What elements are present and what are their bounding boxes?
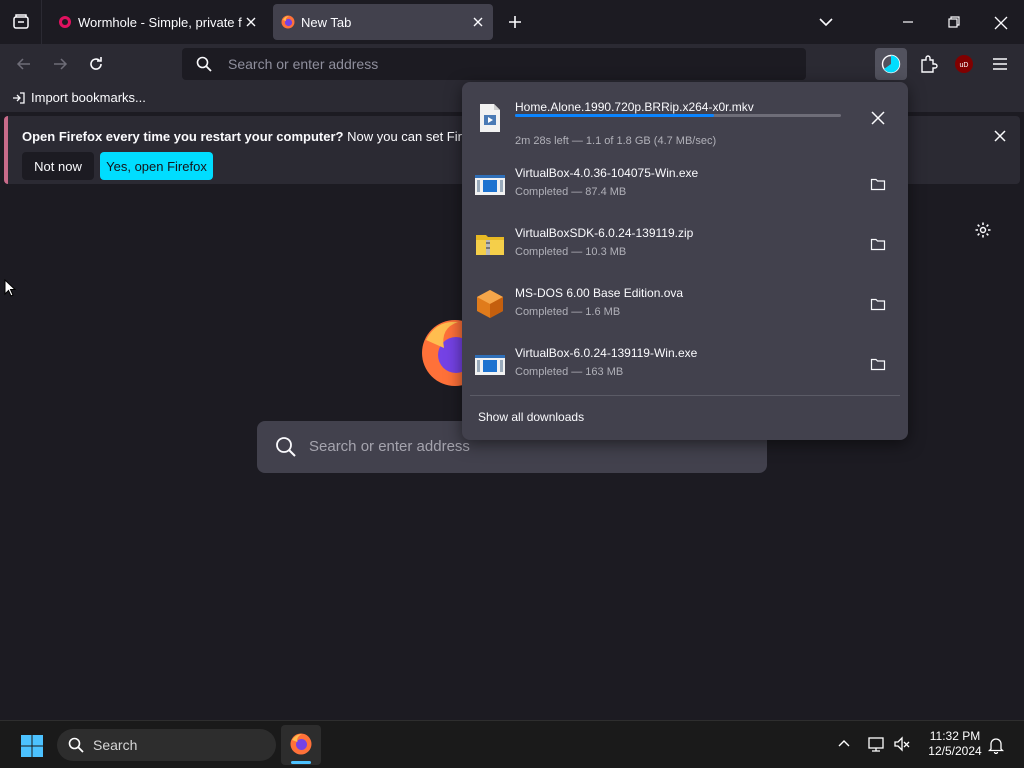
search-icon: [68, 737, 84, 753]
reload-icon[interactable]: [86, 54, 106, 74]
download-filename: Home.Alone.1990.720p.BRRip.x264-x0r.mkv: [515, 100, 754, 114]
download-progress-fill: [515, 114, 714, 117]
folder-icon[interactable]: [870, 236, 886, 252]
extensions-puzzle-icon[interactable]: [918, 54, 938, 74]
url-bar[interactable]: Search or enter address: [182, 48, 806, 80]
taskbar-clock[interactable]: 11:32 PM 12/5/2024: [918, 729, 992, 759]
url-placeholder: Search or enter address: [228, 56, 379, 72]
download-item[interactable]: VirtualBox-4.0.36-104075-Win.exe Complet…: [466, 156, 904, 216]
tab-title: Wormhole - Simple, private file sharing: [78, 15, 242, 30]
notification-title: Open Firefox every time you restart your…: [22, 129, 344, 144]
download-item[interactable]: Home.Alone.1990.720p.BRRip.x264-x0r.mkv …: [466, 90, 904, 150]
tab-wormhole[interactable]: Wormhole - Simple, private file sharing: [50, 4, 266, 40]
exe-file-icon: [475, 355, 505, 375]
download-status: Completed — 163 MB: [515, 366, 624, 378]
network-icon[interactable]: [867, 735, 885, 753]
downloads-panel: Home.Alone.1990.720p.BRRip.x264-x0r.mkv …: [462, 82, 908, 440]
import-bookmarks-button[interactable]: Import bookmarks...: [12, 90, 146, 105]
firefox-icon: [290, 733, 312, 755]
notification-message: Open Firefox every time you restart your…: [22, 129, 512, 144]
download-item[interactable]: VirtualBox-6.0.24-139119-Win.exe Complet…: [466, 336, 904, 396]
download-status: Completed — 10.3 MB: [515, 246, 627, 258]
mouse-cursor-icon: [4, 279, 16, 297]
active-app-indicator: [291, 761, 311, 764]
close-tab-icon[interactable]: [471, 15, 485, 29]
show-all-downloads-link[interactable]: Show all downloads: [478, 410, 584, 424]
tab-new-tab[interactable]: New Tab: [273, 4, 493, 40]
gear-icon[interactable]: [974, 221, 992, 239]
not-now-button[interactable]: Not now: [22, 152, 94, 180]
yes-open-firefox-button[interactable]: Yes, open Firefox: [100, 152, 213, 180]
download-status: Completed — 87.4 MB: [515, 186, 627, 198]
firefox-view-button[interactable]: [0, 0, 42, 44]
chevron-down-icon[interactable]: [816, 12, 836, 32]
notification-bell-icon[interactable]: [988, 736, 1004, 754]
minimize-icon[interactable]: [898, 12, 918, 32]
downloads-button[interactable]: [875, 48, 907, 80]
taskbar-firefox-button[interactable]: [281, 725, 321, 765]
divider: [470, 395, 900, 396]
ova-file-icon: [477, 290, 503, 318]
svg-text:uD: uD: [960, 62, 969, 69]
download-status: Completed — 1.6 MB: [515, 306, 621, 318]
newtab-search-placeholder: Search or enter address: [309, 438, 470, 455]
ublock-origin-icon[interactable]: uD: [954, 54, 974, 74]
download-filename: MS-DOS 6.00 Base Edition.ova: [515, 286, 684, 300]
download-status: 2m 28s left — 1.1 of 1.8 GB (4.7 MB/sec): [515, 135, 717, 147]
taskbar-search[interactable]: Search: [57, 729, 276, 761]
folder-icon[interactable]: [870, 296, 886, 312]
import-bookmarks-label: Import bookmarks...: [31, 90, 146, 105]
hamburger-menu-icon[interactable]: [990, 54, 1010, 74]
close-icon[interactable]: [992, 128, 1008, 144]
restore-icon[interactable]: [944, 12, 964, 32]
video-file-icon: [480, 104, 500, 132]
taskbar-search-label: Search: [93, 737, 138, 753]
search-icon: [276, 437, 296, 457]
windows-start-icon[interactable]: [20, 734, 44, 758]
download-item[interactable]: MS-DOS 6.00 Base Edition.ova Completed —…: [466, 276, 904, 336]
folder-icon[interactable]: [870, 176, 886, 192]
firefox-view-icon: [12, 14, 29, 29]
volume-muted-icon[interactable]: [893, 735, 911, 753]
taskbar: Search 11:32 PM 12/5/2024: [0, 720, 1024, 768]
download-filename: VirtualBox-6.0.24-139119-Win.exe: [515, 346, 698, 360]
forward-arrow-icon[interactable]: [50, 54, 70, 74]
close-tab-icon[interactable]: [244, 15, 258, 29]
download-filename: VirtualBoxSDK-6.0.24-139119.zip: [515, 226, 694, 240]
wormhole-icon: [59, 16, 71, 28]
download-item[interactable]: VirtualBoxSDK-6.0.24-139119.zip Complete…: [466, 216, 904, 276]
download-progress-bar: [515, 114, 841, 117]
search-icon: [196, 56, 212, 72]
firefox-icon: [281, 15, 295, 29]
download-filename: VirtualBox-4.0.36-104075-Win.exe: [515, 166, 699, 180]
chevron-up-icon[interactable]: [837, 737, 851, 751]
window-close-icon[interactable]: [990, 12, 1012, 34]
zip-file-icon: [476, 235, 504, 255]
clock-time: 11:32 PM: [929, 729, 981, 743]
tab-strip: Wormhole - Simple, private file sharing …: [0, 0, 1024, 44]
back-arrow-icon[interactable]: [14, 54, 34, 74]
cancel-icon[interactable]: [870, 110, 886, 126]
download-progress-icon: [881, 54, 901, 74]
new-tab-plus-icon[interactable]: [504, 10, 526, 34]
folder-icon[interactable]: [870, 356, 886, 372]
tab-title: New Tab: [301, 15, 352, 30]
exe-file-icon: [475, 175, 505, 195]
navigation-toolbar: Search or enter address uD: [0, 44, 1024, 84]
import-icon: [13, 91, 25, 104]
clock-date: 12/5/2024: [928, 744, 982, 758]
